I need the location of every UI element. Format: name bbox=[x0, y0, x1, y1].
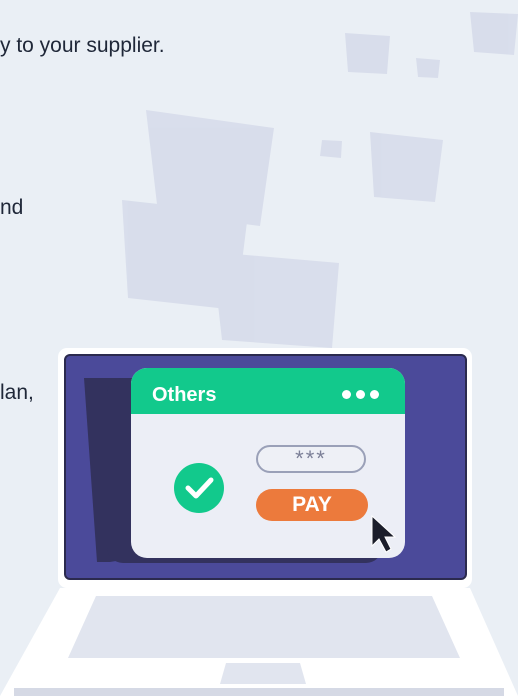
body-text-line-2: nd bbox=[0, 196, 24, 219]
more-dots-icon[interactable] bbox=[342, 388, 384, 400]
laptop-keyboard bbox=[68, 596, 460, 658]
password-field[interactable]: *** bbox=[256, 445, 366, 473]
decorative-squares bbox=[122, 12, 518, 348]
body-text-line-1: y to your supplier. bbox=[0, 34, 165, 57]
body-text-line-3: lan, bbox=[0, 381, 34, 404]
illustration bbox=[0, 12, 518, 696]
dot bbox=[342, 389, 351, 399]
payment-window-title: Others bbox=[152, 384, 217, 406]
laptop-bottom-edge bbox=[14, 688, 504, 696]
dot bbox=[370, 389, 379, 399]
dot bbox=[356, 389, 365, 399]
check-circle-icon bbox=[174, 463, 224, 513]
pay-button[interactable]: PAY bbox=[256, 489, 368, 521]
laptop-touchpad bbox=[220, 663, 306, 684]
